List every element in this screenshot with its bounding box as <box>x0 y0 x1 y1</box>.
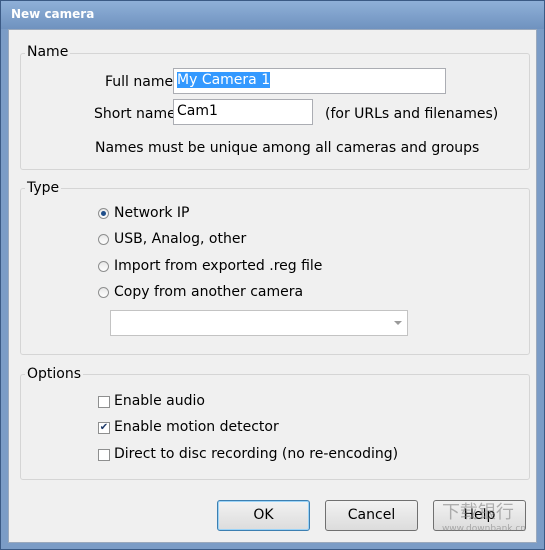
watermark-url: www.downbank.cn <box>441 524 526 534</box>
unique-names-note: Names must be unique among all cameras a… <box>95 140 480 156</box>
full-name-value: My Camera 1 <box>177 72 271 88</box>
type-group-legend: Type <box>25 180 62 196</box>
radio-import-reg[interactable] <box>98 261 109 272</box>
chevron-down-icon <box>394 321 402 325</box>
cancel-button[interactable]: Cancel <box>325 500 418 531</box>
dialog-body: Name Full name My Camera 1 Short name Ca… <box>8 29 537 543</box>
name-group-legend: Name <box>25 44 71 60</box>
checkbox-motion-detector[interactable]: ✔ <box>98 422 110 434</box>
copy-camera-dropdown[interactable] <box>110 310 408 336</box>
radio-copy-camera[interactable] <box>98 287 109 298</box>
short-name-value: Cam1 <box>177 103 218 119</box>
short-name-field[interactable]: Cam1 <box>173 99 313 125</box>
radio-usb-analog[interactable] <box>98 234 109 245</box>
full-name-label: Full name <box>105 74 174 90</box>
options-group-legend: Options <box>25 366 84 382</box>
watermark-text: 下载银行 <box>441 502 514 523</box>
short-name-hint: (for URLs and filenames) <box>325 106 499 122</box>
checkbox-motion-detector-label[interactable]: Enable motion detector <box>114 419 279 435</box>
watermark-logo: 下载银行 www.downbank.cn <box>442 498 526 534</box>
new-camera-dialog: New camera Name Full name My Camera 1 Sh… <box>0 0 545 550</box>
checkbox-direct-disc-label[interactable]: Direct to disc recording (no re-encoding… <box>114 446 398 462</box>
checkbox-enable-audio-label[interactable]: Enable audio <box>114 393 205 409</box>
window-title: New camera <box>11 7 95 21</box>
radio-usb-analog-label[interactable]: USB, Analog, other <box>114 231 246 247</box>
radio-copy-camera-label[interactable]: Copy from another camera <box>114 284 303 300</box>
ok-button[interactable]: OK <box>217 500 310 531</box>
checkmark-icon: ✔ <box>99 422 109 433</box>
full-name-field[interactable]: My Camera 1 <box>173 68 446 94</box>
radio-network-ip-label[interactable]: Network IP <box>114 205 189 221</box>
radio-network-ip[interactable] <box>98 208 109 219</box>
checkbox-direct-disc[interactable] <box>98 449 110 461</box>
checkbox-enable-audio[interactable] <box>98 396 110 408</box>
radio-import-reg-label[interactable]: Import from exported .reg file <box>114 258 322 274</box>
title-bar[interactable]: New camera <box>1 1 544 29</box>
short-name-label: Short name <box>94 106 176 122</box>
